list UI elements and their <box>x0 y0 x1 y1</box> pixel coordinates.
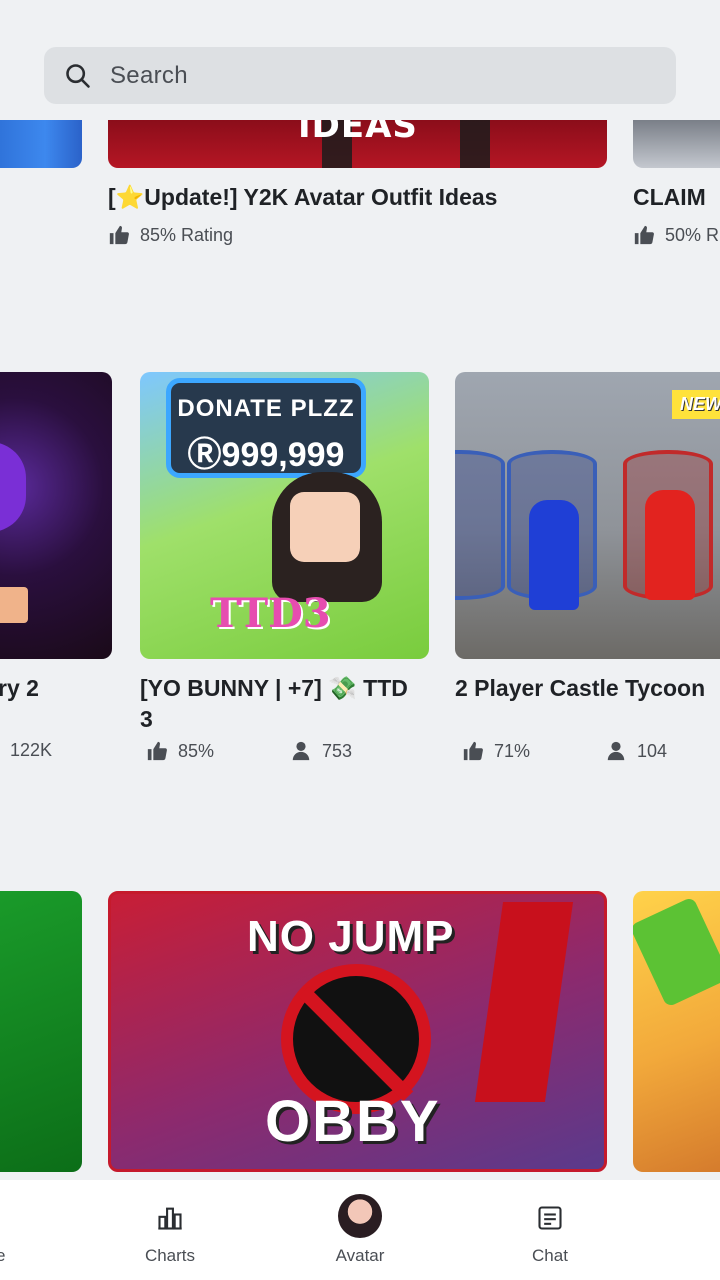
thumbnail-decoration <box>474 902 574 1102</box>
game-title[interactable]: [⭐Update!] Y2K Avatar Outfit Ideas <box>108 182 497 213</box>
players-icon <box>292 741 310 761</box>
game-thumbnail-row3-right[interactable] <box>633 891 720 1172</box>
thumbnail-text: IDEAS <box>298 120 418 146</box>
nav-home-label[interactable]: e <box>0 1246 5 1266</box>
thumbs-up-icon <box>109 225 129 245</box>
bottom-navigation: e Charts Avatar Chat <box>0 1180 720 1280</box>
thumbnail-decoration <box>460 120 490 168</box>
players-value: 104 <box>637 740 668 761</box>
thumbnail-title-line2: OBBY <box>265 1089 441 1154</box>
thumbs-up-icon <box>147 741 167 761</box>
thumbnail-title-line1: NO JUMP <box>247 912 455 961</box>
players-value: 753 <box>322 740 353 761</box>
players-icon <box>607 741 625 761</box>
game-players: 122K <box>10 740 52 761</box>
game-rating: 85% <box>146 740 214 762</box>
game-players: 753 <box>290 740 352 762</box>
game-rating: 71% <box>462 740 530 762</box>
search-bar[interactable]: Search <box>44 47 676 104</box>
game-title[interactable]: 2 Player Castle Tycoon <box>455 673 705 704</box>
rating-value: 85% Rating <box>140 224 234 245</box>
game-logo: TTD3 <box>210 590 331 637</box>
game-title[interactable]: [YO BUNNY | +7] 💸 TTD <box>140 673 408 704</box>
rating-value: 85% <box>178 740 215 761</box>
rating-value: 50% R <box>665 224 720 245</box>
avatar-face <box>290 492 360 562</box>
thumbnail-decoration <box>455 450 505 600</box>
game-title[interactable]: ry 2 <box>0 673 39 704</box>
search-placeholder: Search <box>110 61 188 89</box>
thumbnail-decoration <box>0 442 26 532</box>
nav-item-chat[interactable]: Chat <box>490 1180 610 1280</box>
search-icon <box>66 63 90 88</box>
game-thumbnail-y2k-outfits[interactable]: IDEAS <box>108 120 607 168</box>
donate-sign: DONATE PLZZ Ⓡ999,999 <box>166 378 366 478</box>
chat-icon <box>538 1206 562 1230</box>
avatar <box>338 1194 382 1238</box>
avatar-figure <box>645 490 695 600</box>
bar-chart-icon <box>158 1207 182 1230</box>
game-rating: 50% R <box>633 224 719 246</box>
nav-item-label: Charts <box>144 1246 196 1265</box>
thumbnail-decoration <box>633 896 720 1008</box>
nav-item-avatar[interactable]: Avatar <box>300 1180 420 1280</box>
thumbs-up-icon <box>463 741 483 761</box>
nav-item-charts[interactable]: Charts <box>110 1180 230 1280</box>
sign-amount: Ⓡ999,999 <box>187 436 345 474</box>
game-thumbnail-claim[interactable] <box>633 120 720 168</box>
new-badge: NEW <box>672 390 720 419</box>
game-thumbnail-row3-left[interactable] <box>0 891 82 1172</box>
game-players: 104 <box>605 740 667 762</box>
rating-value: 71% <box>494 740 531 761</box>
players-value: 122K <box>10 740 53 760</box>
thumbnail-decoration <box>0 587 28 623</box>
avatar-figure <box>529 500 579 610</box>
nav-item-label: Avatar <box>335 1246 385 1265</box>
thumbs-up-icon <box>634 225 654 245</box>
sign-text: DONATE PLZZ <box>177 395 355 422</box>
game-thumbnail-no-jump-obby[interactable]: NO JUMP OBBY <box>108 891 607 1172</box>
nav-item-label: Chat <box>532 1246 568 1265</box>
game-thumbnail-ttd3[interactable]: DONATE PLZZ Ⓡ999,999 TTD3 <box>140 372 429 659</box>
game-title-line2[interactable]: 3 <box>140 704 153 735</box>
game-thumbnail-castle-tycoon[interactable]: NEW <box>455 372 720 659</box>
game-rating: 85% Rating <box>108 224 233 246</box>
game-thumbnail-row2-left[interactable] <box>0 372 112 659</box>
game-title[interactable]: CLAIM <box>633 182 706 213</box>
game-thumbnail-row1-left[interactable] <box>0 120 82 168</box>
